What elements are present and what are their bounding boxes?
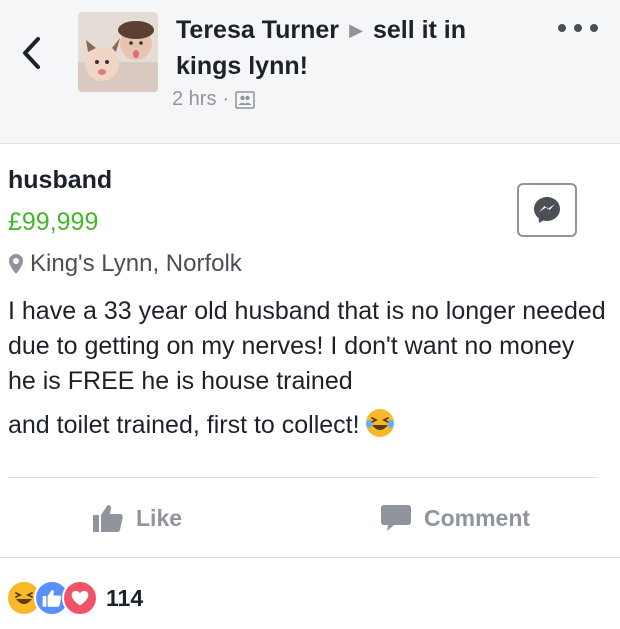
avatar[interactable] — [78, 12, 158, 92]
post-header: Teresa Turner ▶ sell it in kings lynn! 2… — [0, 0, 620, 144]
post-meta: 2 hrs · — [172, 88, 255, 111]
group-icon — [235, 90, 255, 109]
divider — [8, 477, 598, 478]
more-dots-icon — [558, 24, 566, 32]
post-time[interactable]: 2 hrs — [172, 88, 216, 111]
comment-button[interactable]: Comment — [380, 496, 530, 540]
messenger-icon — [534, 197, 560, 223]
more-options-button[interactable] — [558, 18, 598, 38]
chevron-left-icon — [23, 37, 40, 69]
thumbs-up-icon — [93, 505, 123, 532]
avatar-photo — [78, 12, 158, 92]
like-button[interactable]: Like — [92, 496, 182, 540]
divider — [0, 557, 620, 558]
more-dot — [574, 24, 582, 32]
like-label: Like — [136, 504, 183, 531]
message-seller-button[interactable] — [517, 183, 577, 237]
listing-description: I have a 33 year old husband that is no … — [8, 294, 608, 449]
post-title: Teresa Turner ▶ sell it in kings lynn! — [176, 12, 536, 84]
comment-label: Comment — [424, 504, 531, 531]
reaction-count: 114 — [106, 584, 144, 611]
listing-price: £99,999 — [8, 208, 99, 236]
more-dot — [590, 24, 598, 32]
meta-separator: · — [222, 88, 230, 110]
back-button[interactable] — [14, 32, 48, 74]
description-text: I have a 33 year old husband that is no … — [8, 297, 606, 395]
location-text: King's Lynn, Norfolk — [30, 250, 242, 277]
love-reaction-icon — [62, 580, 98, 616]
description-last-line: and toilet trained, first to collect! — [8, 407, 608, 449]
author-name[interactable]: Teresa Turner — [176, 16, 339, 44]
reaction-summary[interactable]: 114 — [6, 578, 143, 618]
laughing-tears-emoji-icon — [364, 407, 396, 449]
location-pin-icon — [9, 254, 23, 274]
comment-icon — [381, 505, 411, 531]
listing-title: husband — [8, 166, 113, 194]
listing-location: King's Lynn, Norfolk — [8, 250, 242, 278]
triangle-right-icon: ▶ — [349, 20, 363, 40]
description-text-end: and toilet trained, first to collect! — [8, 411, 360, 439]
